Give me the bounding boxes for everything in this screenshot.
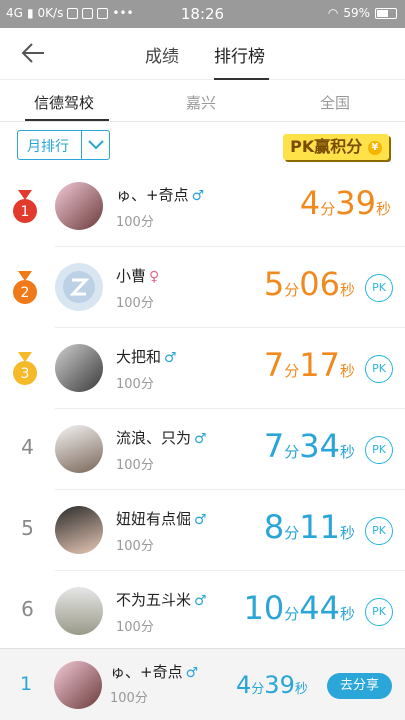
- score: 100分: [116, 620, 154, 635]
- user-name: 小曹 ♀: [116, 267, 160, 285]
- wifi-icon: ◠: [327, 6, 339, 20]
- completion-time: 7分34秒: [263, 427, 355, 465]
- my-user-name: ゅ、+奇点 ♂: [110, 663, 199, 681]
- male-icon: ♂: [194, 512, 207, 528]
- completion-time: 7分17秒: [263, 346, 355, 384]
- female-icon: ♀: [149, 269, 160, 285]
- score: 100分: [116, 377, 154, 392]
- user-name: 大把和 ♂: [116, 348, 177, 366]
- pk-button[interactable]: PK: [365, 436, 393, 464]
- rank-cell: 5: [0, 490, 55, 571]
- rank-cell: 1: [0, 166, 55, 247]
- pk-button[interactable]: PK: [365, 355, 393, 383]
- list-item[interactable]: 2 小曹 ♀ 100分 5分06秒 PK: [13, 247, 405, 328]
- default-avatar-icon: [63, 271, 95, 303]
- my-avatar[interactable]: [54, 661, 102, 709]
- avatar[interactable]: [55, 182, 103, 230]
- tab-national[interactable]: 全国: [320, 92, 350, 113]
- avatar[interactable]: [55, 425, 103, 473]
- tab-city[interactable]: 嘉兴: [186, 92, 216, 113]
- rank-cell: 4: [0, 409, 55, 490]
- svg-text:2: 2: [21, 285, 30, 301]
- my-score: 100分: [110, 691, 148, 706]
- top-nav: 成绩 排行榜: [0, 28, 405, 80]
- rank-cell: 2: [0, 247, 55, 328]
- scope-tab-indicator: [25, 119, 109, 121]
- svg-text:3: 3: [21, 366, 30, 382]
- scope-tabs: 信德驾校 嘉兴 全国: [0, 82, 405, 122]
- ranking-list: 1 ゅ、+奇点 ♂ 100分 4分39秒 2 小曹 ♀ 100分 5分06秒 P…: [0, 166, 405, 652]
- user-name: ゅ、+奇点 ♂: [116, 186, 205, 204]
- active-tab-indicator: [214, 78, 269, 80]
- completion-time: 10分44秒: [243, 589, 355, 627]
- list-item[interactable]: 5 妞妞有点倔 ♂ 100分 8分11秒 PK: [21, 490, 405, 571]
- tab-school[interactable]: 信德驾校: [34, 92, 94, 113]
- period-filter-label: 月排行: [27, 139, 69, 155]
- score: 100分: [116, 215, 154, 230]
- period-filter-dropdown[interactable]: 月排行: [17, 130, 110, 160]
- completion-time: 8分11秒: [263, 508, 355, 546]
- rank-number: 4: [21, 435, 34, 459]
- pk-button[interactable]: PK: [365, 274, 393, 302]
- medal-red-icon: 1: [13, 190, 37, 223]
- avatar[interactable]: [55, 506, 103, 554]
- tab-leaderboard[interactable]: 排行榜: [214, 42, 265, 67]
- battery-percent: 59%: [343, 6, 370, 20]
- my-rank-number: 1: [20, 673, 33, 695]
- pk-button[interactable]: PK: [365, 517, 393, 545]
- battery-icon: [375, 7, 397, 19]
- completion-time: 5分06秒: [263, 265, 355, 303]
- male-icon: ♂: [194, 593, 207, 609]
- medal-orange-icon: 2: [13, 271, 37, 304]
- completion-time: 4分39秒: [299, 184, 391, 222]
- avatar[interactable]: [55, 344, 103, 392]
- my-rank-bar: 1 ゅ、+奇点 ♂ 100分 4分39秒 去分享: [0, 648, 405, 720]
- score: 100分: [116, 296, 154, 311]
- back-arrow-icon: [21, 43, 44, 63]
- user-name: 不为五斗米 ♂: [116, 591, 207, 609]
- list-item[interactable]: 1 ゅ、+奇点 ♂ 100分 4分39秒: [13, 166, 405, 247]
- avatar[interactable]: [55, 263, 103, 311]
- user-name: 妞妞有点倔 ♂: [116, 510, 207, 528]
- my-completion-time: 4分39秒: [236, 671, 308, 699]
- male-icon: ♂: [191, 188, 205, 204]
- coin-icon: ¥: [367, 141, 382, 155]
- rank-cell: 3: [0, 328, 55, 409]
- rank-cell: 6: [0, 571, 55, 652]
- male-icon: ♂: [194, 431, 207, 447]
- pk-banner-text: PK赢积分: [290, 137, 363, 156]
- male-icon: ♂: [164, 350, 177, 366]
- list-item[interactable]: 4 流浪、只为 ♂ 100分 7分34秒 PK: [21, 409, 405, 490]
- pk-button[interactable]: PK: [365, 598, 393, 626]
- back-button[interactable]: [20, 40, 50, 68]
- status-right: ◠ 59%: [328, 6, 397, 20]
- medal-yellow-icon: 3: [13, 352, 37, 385]
- list-item[interactable]: 3 大把和 ♂ 100分 7分17秒 PK: [13, 328, 405, 409]
- male-icon: ♂: [185, 665, 199, 681]
- share-button[interactable]: 去分享: [327, 673, 392, 699]
- tab-scores[interactable]: 成绩: [145, 42, 179, 67]
- filter-divider: [81, 131, 82, 159]
- rank-number: 5: [21, 516, 34, 540]
- list-item[interactable]: 6 不为五斗米 ♂ 100分 10分44秒 PK: [21, 571, 405, 652]
- status-bar: 4G ▮ 0K/s ••• 18:26 ◠ 59%: [0, 0, 405, 28]
- pk-points-banner[interactable]: PK赢积分 ¥: [283, 134, 389, 160]
- chevron-down-icon: [86, 133, 106, 159]
- rank-number: 6: [21, 597, 34, 621]
- avatar[interactable]: [55, 587, 103, 635]
- score: 100分: [116, 458, 154, 473]
- user-name: 流浪、只为 ♂: [116, 429, 207, 447]
- score: 100分: [116, 539, 154, 554]
- svg-text:1: 1: [21, 204, 30, 220]
